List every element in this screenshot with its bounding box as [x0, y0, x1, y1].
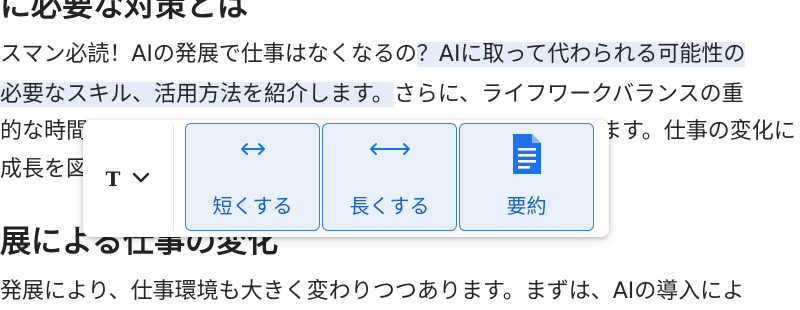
- document-icon: [460, 132, 593, 174]
- heading-1: に必要な対策とは: [0, 0, 248, 24]
- ai-rewrite-toolbar: T 短くする 長くする 要約: [83, 120, 609, 237]
- selected-text[interactable]: ？AIに取って代わられる可能性の: [416, 42, 746, 67]
- text-segment: 成長を図: [0, 157, 89, 182]
- text-segment: ます。仕事の変化に: [600, 119, 796, 144]
- shorten-button-label: 短くする: [212, 194, 293, 218]
- lengthen-button[interactable]: 長くする: [322, 123, 457, 231]
- paragraph-2-line-1: 発展により、仕事環境も大きく変わりつつあります。まずは、AIの導入によ: [0, 279, 745, 304]
- arrows-short-icon: [186, 142, 319, 182]
- selected-text[interactable]: 必要なスキル、活用方法を紹介します。: [0, 82, 394, 107]
- chevron-down-icon: [132, 169, 150, 188]
- paragraph-line-1: スマン必読！AIの発展で仕事はなくなるの？AIに取って代わられる可能性の: [0, 37, 800, 73]
- text-type-label: T: [105, 166, 121, 191]
- toolbar-divider: [173, 126, 174, 231]
- text-type-dropdown[interactable]: T: [83, 120, 173, 237]
- arrows-long-icon: [323, 142, 456, 182]
- text-segment: スマン必読！AIの発展で仕事はなくなるの: [0, 42, 417, 67]
- lengthen-button-label: 長くする: [349, 194, 430, 218]
- summarize-button-label: 要約: [506, 194, 547, 218]
- text-segment: 的な時間: [0, 119, 89, 144]
- summarize-button[interactable]: 要約: [459, 123, 594, 231]
- text-segment: さらに、ライフワークバランスの重: [393, 82, 744, 107]
- paragraph-line-2: 必要なスキル、活用方法を紹介します。さらに、ライフワークバランスの重: [0, 77, 800, 113]
- shorten-button[interactable]: 短くする: [185, 123, 320, 231]
